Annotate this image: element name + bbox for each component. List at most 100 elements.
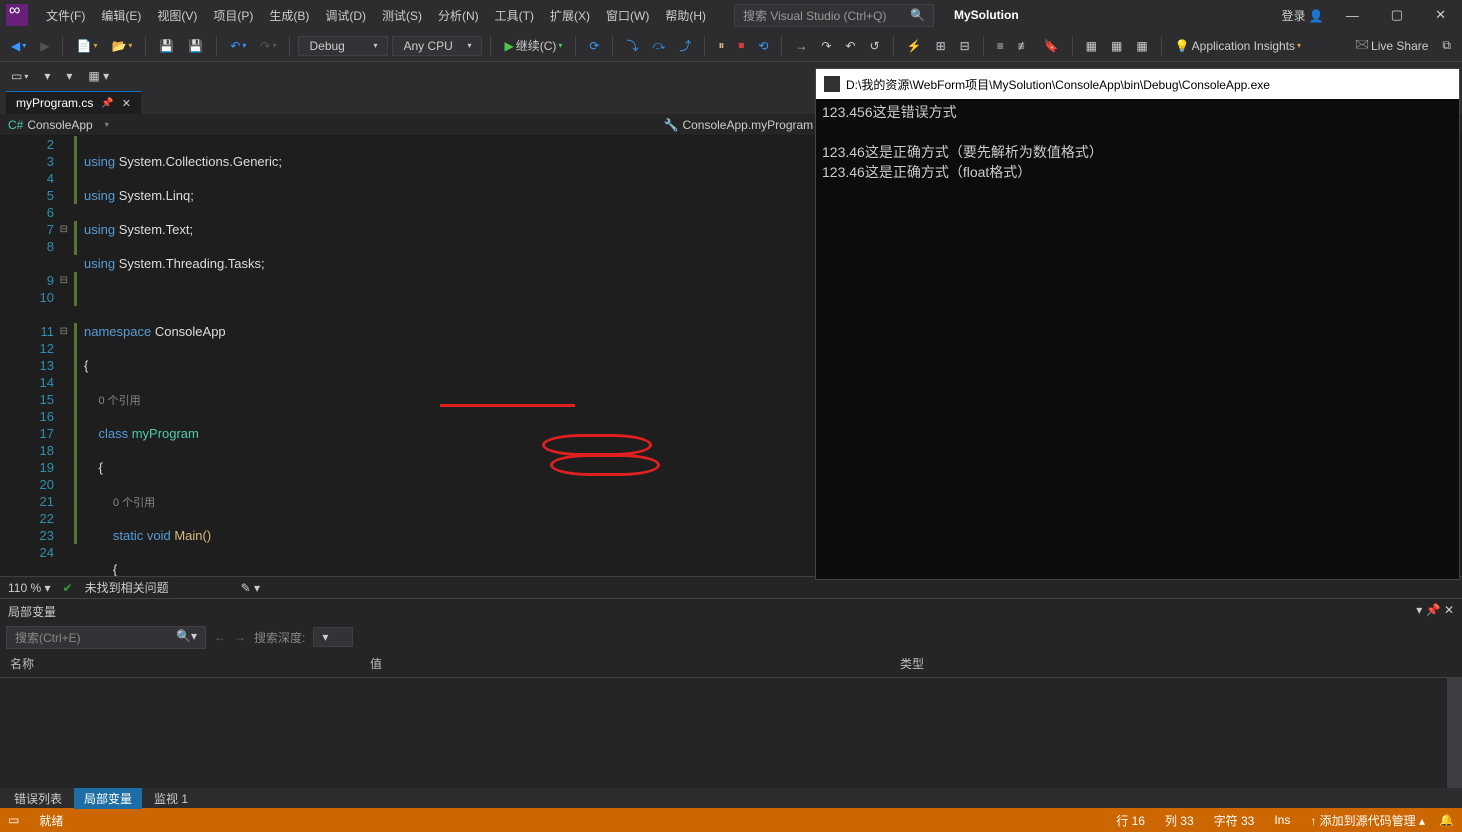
check-icon: ✔ [63,581,73,595]
col-type[interactable]: 类型 [890,653,934,674]
fold-icon[interactable]: ⊟ [60,323,68,340]
feedback-button[interactable]: ⧉ [1437,35,1456,56]
quick-launch-search[interactable]: 搜索 Visual Studio (Ctrl+Q) 🔍 [734,4,934,27]
menu-view[interactable]: 视图(V) [149,3,205,28]
bookmark-button[interactable]: 🔖 [1039,36,1064,56]
app-insights-button[interactable]: 💡 Application Insights ▾ [1170,36,1306,56]
locals-body[interactable] [0,678,1462,788]
status-col: 列 33 [1165,812,1194,829]
breadcrumb-project[interactable]: C# ConsoleApp [8,118,93,132]
menu-build[interactable]: 生成(B) [261,3,317,28]
undo-button[interactable]: ↶▾ [225,36,251,56]
panel-dropdown-icon[interactable]: ▾ [1416,603,1422,617]
document-tab-active[interactable]: myProgram.cs 📌 ✕ [6,91,141,114]
comment-button[interactable]: ≡ [992,36,1009,56]
tb-icon-1[interactable]: ⚡ [902,36,927,56]
stop-button[interactable]: ⏹ [733,35,749,56]
panel-close-icon[interactable]: ✕ [1444,603,1454,617]
pause-button[interactable]: ⏸ [713,35,729,56]
scrollbar[interactable] [1447,678,1462,788]
menu-debug[interactable]: 调试(D) [317,3,374,28]
nav-fwd-button[interactable]: ▶ [35,36,54,56]
col-name[interactable]: 名称 [0,653,360,674]
nav-prev-icon[interactable]: ← [214,630,226,644]
depth-combo[interactable]: ▾ [313,627,353,647]
status-char: 字符 33 [1214,812,1255,829]
title-bar: 文件(F) 编辑(E) 视图(V) 项目(P) 生成(B) 调试(D) 测试(S… [0,0,1462,30]
nav-next-icon[interactable]: → [234,630,246,644]
tab-locals[interactable]: 局部变量 [74,788,142,809]
save-all-button[interactable]: 💾 [183,36,208,56]
standard-toolbar: ◀ ▾ ▶ 📄▾ 📂▾ 💾 💾 ↶▾ ↷▾ Debug▾ Any CPU▾ ▶ … [0,30,1462,62]
tab-close-icon[interactable]: ✕ [122,97,131,110]
menu-project[interactable]: 项目(P) [205,3,261,28]
restart-button[interactable]: ⟳ [584,36,604,56]
status-ready: 就绪 [39,812,63,829]
depth-label: 搜索深度: [254,629,305,646]
maximize-button[interactable]: ▢ [1381,3,1413,27]
panel-pin-icon[interactable]: 📌 [1426,603,1441,617]
breadcrumb-class[interactable]: 🔧 ConsoleApp.myProgram [663,118,813,132]
bottom-tab-strip: 错误列表 局部变量 监视 1 [0,788,1462,808]
vs-logo-icon [6,4,28,26]
uncomment-button[interactable]: ≢ [1013,36,1035,56]
thread-combo[interactable]: ▾ [39,66,55,86]
console-titlebar[interactable]: D:\我的资源\WebForm项目\MySolution\ConsoleApp\… [816,69,1459,99]
nav-back-button[interactable]: ◀ ▾ [6,36,31,56]
new-project-button[interactable]: 📄▾ [71,36,102,56]
menu-analyze[interactable]: 分析(N) [430,3,487,28]
step-button-1[interactable]: ↷ [816,36,836,56]
fold-icon[interactable]: ⊟ [60,221,68,238]
menu-help[interactable]: 帮助(H) [657,3,714,28]
platform-combo[interactable]: Any CPU▾ [392,36,482,56]
step-into-button[interactable]: ⤵ [621,34,643,57]
start-button[interactable]: ▶ 继续(C) ▾ [499,34,567,57]
step-button-3[interactable]: ↺ [865,36,885,56]
menu-tools[interactable]: 工具(T) [487,3,542,28]
pin-icon[interactable]: 📌 [101,98,113,109]
login-link[interactable]: 登录 👤 [1282,7,1324,24]
config-combo[interactable]: Debug▾ [298,36,388,56]
tb-icon-6[interactable]: ▦ [1131,36,1152,56]
main-menu: 文件(F) 编辑(E) 视图(V) 项目(P) 生成(B) 调试(D) 测试(S… [38,3,714,28]
status-ins: Ins [1274,813,1290,827]
notification-icon[interactable]: 🔔 [1439,813,1454,827]
show-next-stmt-button[interactable]: → [790,36,812,56]
chevron-down-icon[interactable]: ▾ [99,120,115,129]
menu-extensions[interactable]: 扩展(X) [542,3,598,28]
redo-button[interactable]: ↷▾ [255,36,281,56]
fold-icon[interactable]: ⊟ [60,272,68,289]
zoom-combo[interactable]: 110 % ▾ [8,581,51,595]
open-file-button[interactable]: 📂▾ [106,36,137,56]
tb2-icon[interactable]: ▦ ▾ [83,66,114,86]
tb-icon-3[interactable]: ⊟ [955,36,975,56]
menu-test[interactable]: 测试(S) [374,3,430,28]
console-window[interactable]: D:\我的资源\WebForm项目\MySolution\ConsoleApp\… [815,68,1460,580]
step-out-button[interactable]: ⤴ [674,34,696,57]
status-line: 行 16 [1116,812,1145,829]
step-button-2[interactable]: ↶ [840,36,860,56]
tab-watch1[interactable]: 监视 1 [144,788,198,809]
console-title-text: D:\我的资源\WebForm项目\MySolution\ConsoleApp\… [846,76,1270,93]
line-number-gutter: 2 3 4 5 6 7⊟ 8 9⊟ 10 11⊟ 12 13 14 15 16 … [0,136,74,576]
save-button[interactable]: 💾 [154,36,179,56]
step-over-button[interactable]: ⤼ [647,35,670,56]
menu-edit[interactable]: 编辑(E) [93,3,149,28]
tab-error-list[interactable]: 错误列表 [4,788,72,809]
close-button[interactable]: ✕ [1425,3,1456,27]
tb-icon-5[interactable]: ▦ [1106,36,1127,56]
tool-icon[interactable]: ✎ ▾ [241,581,260,595]
restart-debug-button[interactable]: ⟲ [753,36,773,56]
stack-combo[interactable]: ▾ [61,66,77,86]
locals-search-input[interactable]: 搜索(Ctrl+E) 🔍▾ [6,626,206,649]
tb-icon-4[interactable]: ▦ [1081,36,1102,56]
scm-button[interactable]: ↑ 添加到源代码管理 ▴ [1310,812,1425,829]
tb-icon-2[interactable]: ⊞ [931,36,951,56]
liveshare-button[interactable]: 🖂 Live Share [1350,32,1433,59]
menu-file[interactable]: 文件(F) [38,3,93,28]
minimize-button[interactable]: — [1336,4,1369,27]
col-value[interactable]: 值 [360,653,890,674]
search-icon: 🔍▾ [176,629,197,646]
process-combo[interactable]: ▭ ▾ [6,66,33,86]
menu-window[interactable]: 窗口(W) [598,3,657,28]
